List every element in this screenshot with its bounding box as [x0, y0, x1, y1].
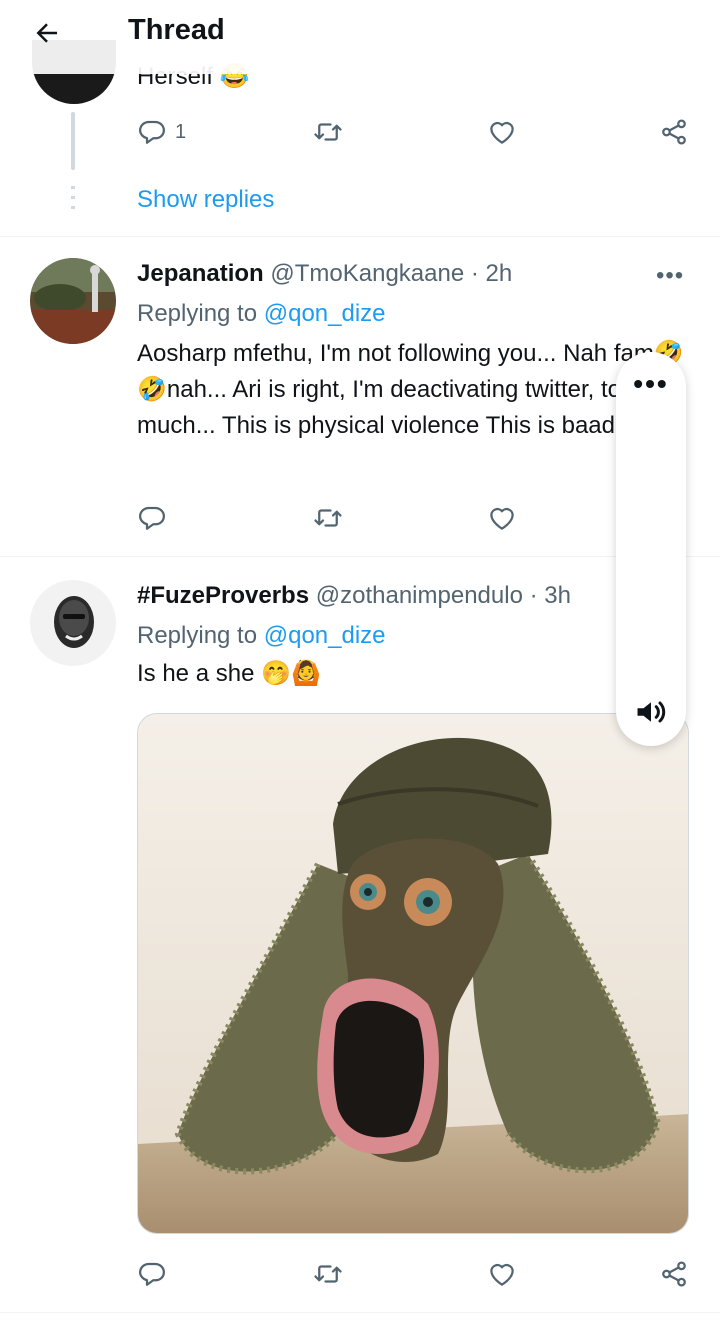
- page-title: Thread: [128, 14, 225, 46]
- replying-to: Replying to @qon_dize: [137, 622, 386, 650]
- divider: [0, 1312, 720, 1313]
- tweet-actions: 1: [137, 112, 697, 152]
- reply-button[interactable]: 1: [137, 112, 186, 152]
- back-button[interactable]: [30, 16, 64, 50]
- user-name[interactable]: Jepanation: [137, 260, 264, 287]
- tweet-text: Aosharp mfethu, I'm not following you...…: [137, 340, 686, 439]
- thread-dots: [71, 186, 75, 216]
- like-icon: [490, 507, 514, 530]
- avatar-image: [30, 580, 116, 666]
- like-button[interactable]: [487, 1254, 517, 1294]
- floating-media-panel: •••: [616, 352, 686, 746]
- mention-link[interactable]: @qon_dize: [264, 622, 386, 649]
- reply-count: 1: [175, 120, 187, 143]
- like-button[interactable]: [487, 112, 517, 152]
- retweet-icon: [314, 509, 342, 527]
- like-icon: [490, 121, 514, 144]
- tweet-actions: [137, 498, 697, 538]
- replying-prefix: Replying to: [137, 300, 264, 327]
- avatar[interactable]: [30, 580, 116, 666]
- panel-more-button[interactable]: •••: [616, 368, 686, 400]
- retweet-button[interactable]: [313, 112, 343, 152]
- user-name[interactable]: #FuzeProverbs: [137, 582, 309, 609]
- app-header: Thread: [0, 0, 720, 74]
- more-options-button[interactable]: •••: [656, 262, 684, 290]
- reply-icon: [139, 120, 165, 144]
- retweet-button[interactable]: [313, 1254, 343, 1294]
- share-button[interactable]: [659, 1254, 689, 1294]
- user-handle[interactable]: @TmoKangkaane: [270, 260, 464, 287]
- replying-prefix: Replying to: [137, 622, 264, 649]
- tweet-meta: #FuzeProverbs @zothanimpendulo · 3h: [137, 582, 571, 610]
- user-handle[interactable]: @zothanimpendulo: [316, 582, 523, 609]
- like-button[interactable]: [487, 498, 517, 538]
- tweet-meta: Jepanation @TmoKangkaane · 2h: [137, 260, 512, 288]
- like-icon: [490, 1263, 514, 1286]
- avatar-image: [30, 258, 116, 344]
- tweet-text: Is he a she 🤭🙆: [137, 660, 321, 687]
- retweet-icon: [314, 123, 342, 141]
- retweet-icon: [314, 1265, 342, 1283]
- thread-connector: [71, 112, 75, 170]
- tweet-actions: [137, 1254, 697, 1294]
- reply-button[interactable]: [137, 1254, 167, 1294]
- share-button[interactable]: [659, 112, 689, 152]
- share-icon: [662, 119, 686, 145]
- divider: [0, 556, 720, 557]
- volume-icon: [637, 701, 666, 723]
- replying-to: Replying to @qon_dize: [137, 300, 386, 328]
- volume-button[interactable]: [633, 694, 669, 730]
- hat-face-photo: [138, 714, 688, 1233]
- mention-link[interactable]: @qon_dize: [264, 300, 386, 327]
- avatar[interactable]: [30, 258, 116, 344]
- reply-icon: [139, 506, 165, 530]
- timestamp: · 2h: [470, 260, 513, 287]
- divider: [0, 236, 720, 237]
- show-replies-link[interactable]: Show replies: [137, 186, 274, 214]
- timestamp: · 3h: [529, 582, 571, 609]
- arrow-left-icon: [36, 23, 57, 43]
- tweet-media-image[interactable]: [137, 713, 689, 1234]
- reply-icon: [139, 1262, 165, 1286]
- reply-button[interactable]: [137, 498, 167, 538]
- retweet-button[interactable]: [313, 498, 343, 538]
- share-icon: [662, 1261, 686, 1287]
